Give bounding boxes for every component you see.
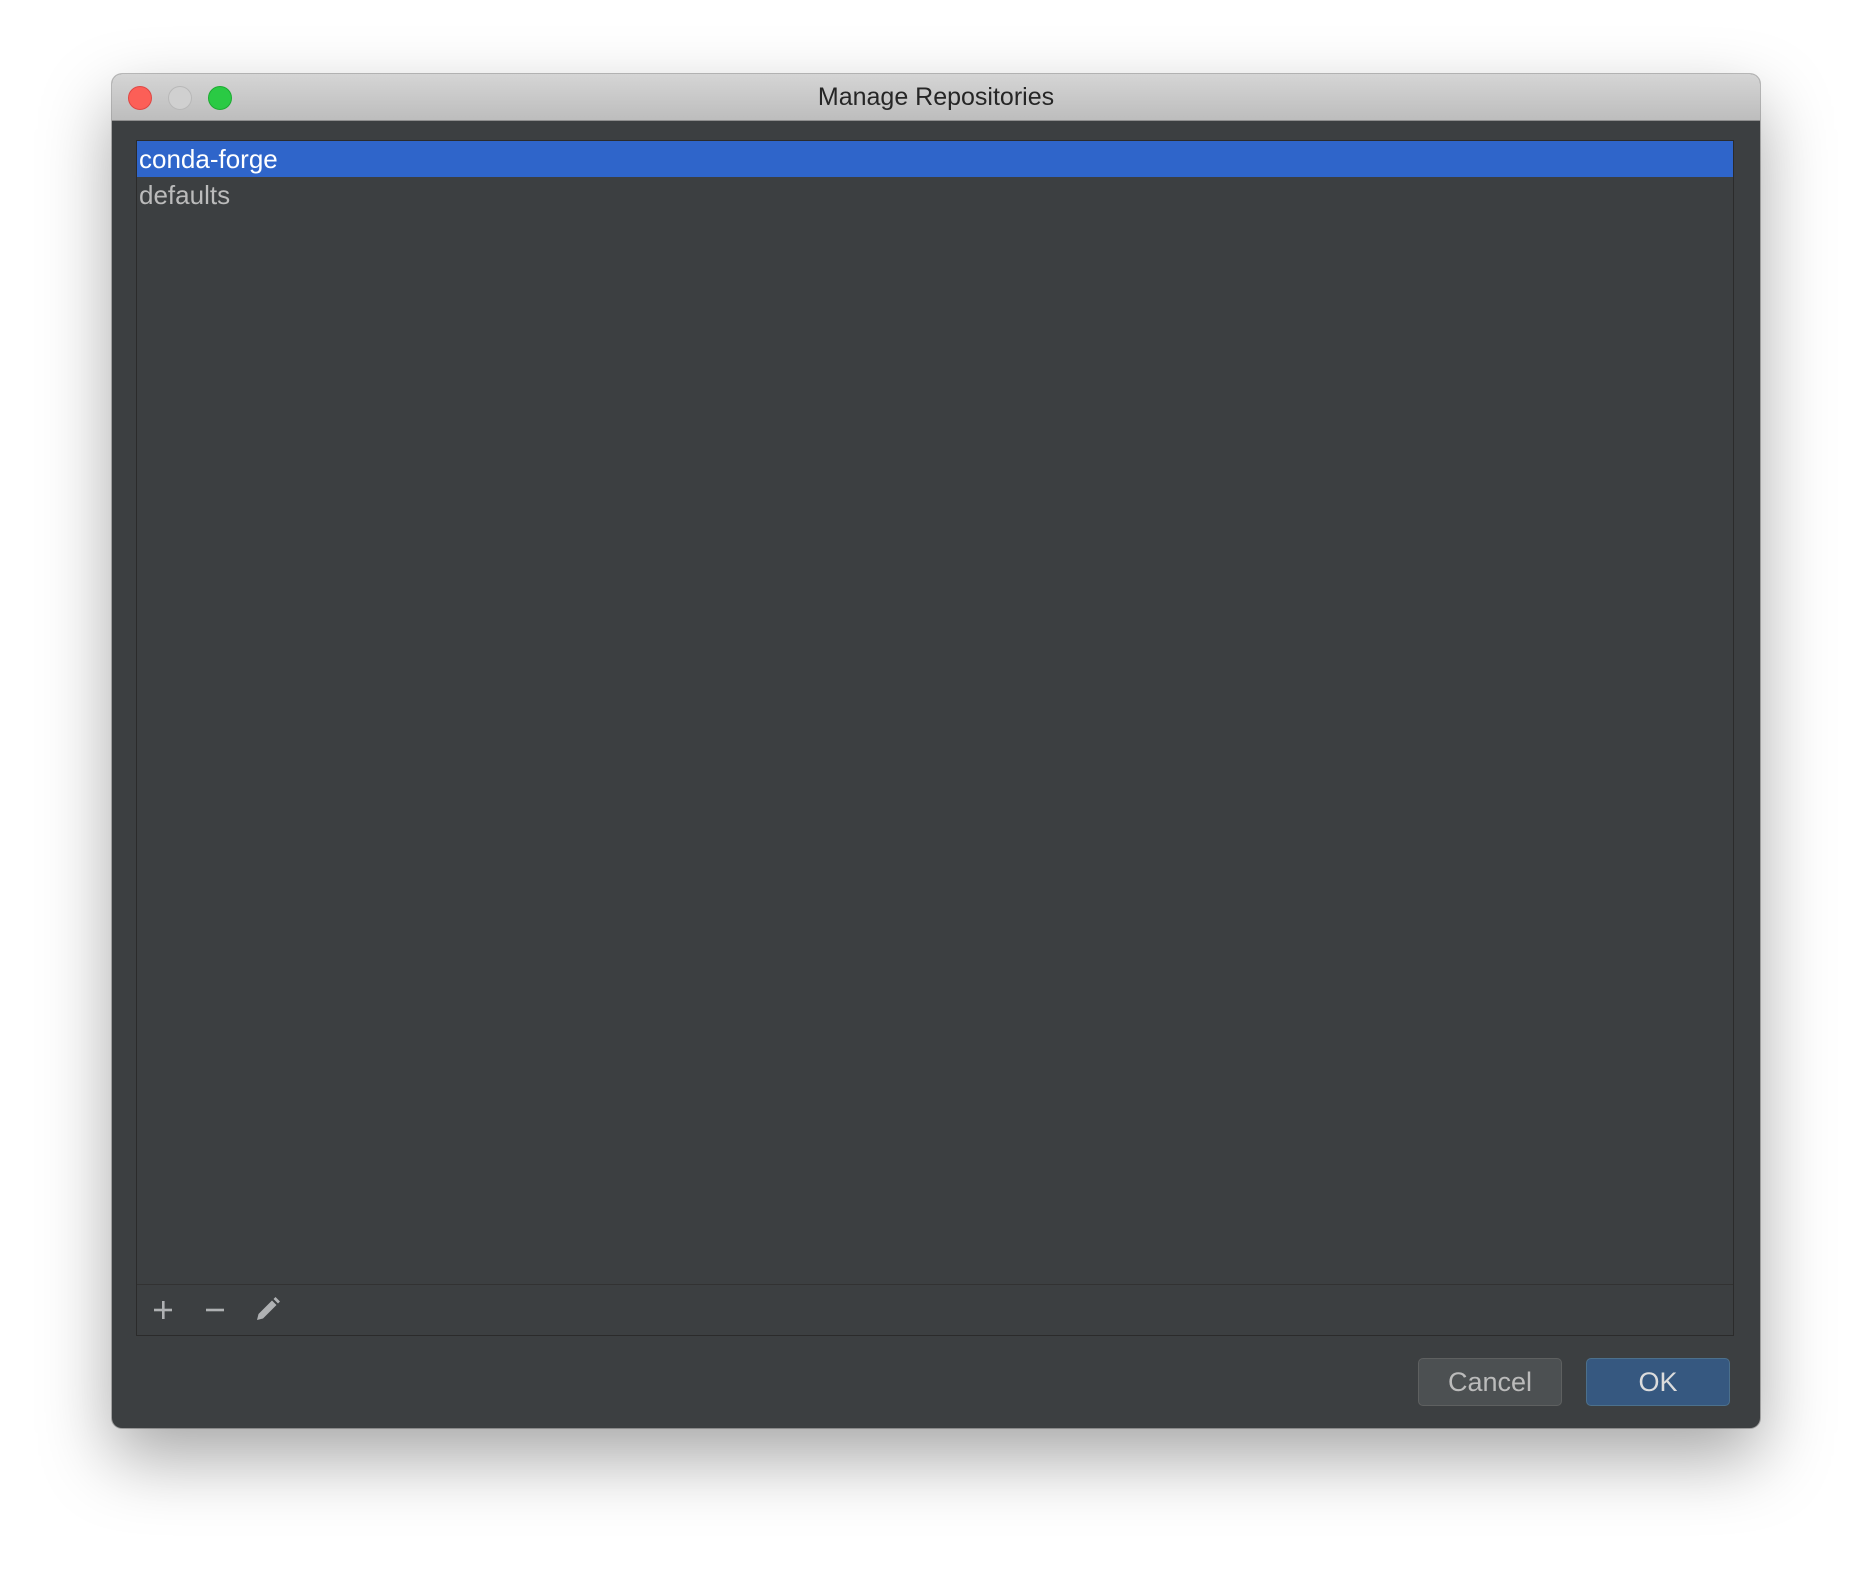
manage-repositories-dialog: Manage Repositories conda-forge defaults [112, 74, 1760, 1428]
minus-icon [206, 1308, 224, 1312]
add-repository-button[interactable] [147, 1294, 179, 1326]
pencil-icon [257, 1297, 280, 1320]
ok-button[interactable]: OK [1586, 1358, 1730, 1406]
list-toolbar [137, 1284, 1733, 1335]
title-bar[interactable]: Manage Repositories [112, 74, 1760, 121]
repositories-list[interactable]: conda-forge defaults [137, 141, 1733, 1285]
list-item-defaults[interactable]: defaults [137, 177, 1733, 213]
remove-repository-button[interactable] [199, 1294, 231, 1326]
repositories-list-panel: conda-forge defaults [136, 140, 1734, 1336]
cancel-button[interactable]: Cancel [1418, 1358, 1562, 1406]
window-title: Manage Repositories [817, 83, 1055, 111]
list-item-conda-forge[interactable]: conda-forge [137, 141, 1733, 177]
edit-repository-button[interactable] [251, 1294, 283, 1326]
plus-icon [154, 1301, 172, 1319]
